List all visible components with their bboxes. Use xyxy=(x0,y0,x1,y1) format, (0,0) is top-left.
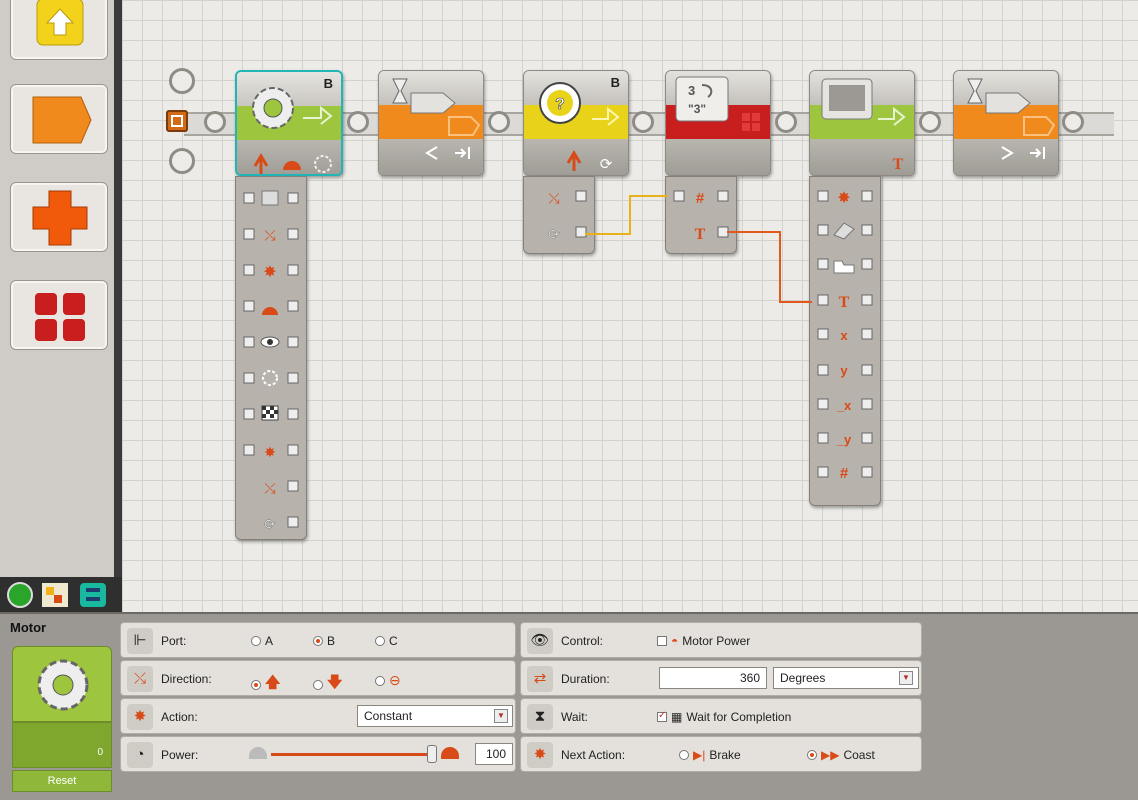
control-row: 👁 Control: ◓ Motor Power xyxy=(520,622,922,658)
chevron-down-icon[interactable]: ▼ xyxy=(899,671,913,685)
duration-icon: ⇄ xyxy=(527,666,553,692)
brake-icon: ▶| xyxy=(693,748,706,762)
port-plug-icon: ⊩ xyxy=(127,628,153,654)
action-select[interactable]: Constant xyxy=(357,705,513,727)
motor-power-checkbox[interactable]: ◓ Motor Power xyxy=(657,634,750,648)
counter-value: 0 xyxy=(97,747,103,758)
stop-icon: ⊖ xyxy=(389,672,401,688)
control-label: Control: xyxy=(561,634,604,648)
action-row: ✸ Action: Constant ▼ xyxy=(120,698,516,734)
direction-label: Direction: xyxy=(161,672,212,686)
next-action-icon: ✸ xyxy=(527,742,553,768)
wait-row: ⧗ Wait: ▦Wait for Completion xyxy=(520,698,922,734)
wait-label: Wait: xyxy=(561,710,588,724)
direction-stop-option[interactable]: ⊖ xyxy=(375,672,401,689)
palette-action-button[interactable] xyxy=(10,84,108,154)
palette-tabs xyxy=(0,577,122,612)
port-option-b[interactable]: B xyxy=(313,634,335,648)
gear-icon xyxy=(37,659,89,711)
next-action-row: ✸ Next Action: ▶| Brake ▶▶ Coast xyxy=(520,736,922,772)
checkered-flag-icon: ▦ xyxy=(671,710,683,724)
next-action-label: Next Action: xyxy=(561,748,626,762)
tab-custom[interactable] xyxy=(80,583,106,607)
arrow-down-icon: 🡇 xyxy=(327,674,343,691)
palette-divider xyxy=(114,0,122,612)
chevron-down-icon[interactable]: ▼ xyxy=(494,709,508,723)
action-label: Action: xyxy=(161,710,198,724)
arrow-up-icon: 🡅 xyxy=(265,674,281,691)
power-row: ◔ Power: 100 xyxy=(120,736,516,772)
direction-row: ⤯ Direction: 🡅 🡇 ⊖ xyxy=(120,660,516,696)
data-wires xyxy=(585,195,812,303)
text-wire xyxy=(727,231,812,303)
reset-button[interactable]: Reset xyxy=(12,770,112,792)
palette-flow-button[interactable] xyxy=(10,182,108,252)
config-panel: Motor 0 Reset ⊩ Port: A B C ⤯ Direction:… xyxy=(0,612,1138,800)
direction-backward-option[interactable]: 🡇 xyxy=(313,672,342,697)
config-title: Motor xyxy=(10,620,47,635)
motor-config-icon xyxy=(12,646,112,722)
control-eye-icon: 👁 xyxy=(527,628,553,654)
action-star-icon: ✸ xyxy=(127,704,153,730)
duration-label: Duration: xyxy=(561,672,610,686)
counter-display: 0 xyxy=(12,722,112,768)
direction-forward-option[interactable]: 🡅 xyxy=(251,672,280,697)
port-row: ⊩ Port: A B C xyxy=(120,622,516,658)
duration-unit-select[interactable]: Degrees xyxy=(773,667,919,689)
nxt-editor: B ⤯ ✸ ✸ ⤯ ⟳ B ? ⟳ ⤯ ⟳ 3 "3" # T T ✸ T x … xyxy=(0,0,1138,800)
power-high-icon xyxy=(441,747,459,759)
power-gauge-icon: ◓ xyxy=(671,634,679,648)
port-label: Port: xyxy=(161,634,187,648)
tab-common[interactable] xyxy=(7,582,33,608)
duration-row: ⇄ Duration: 360 Degrees ▼ xyxy=(520,660,922,696)
tab-complete[interactable] xyxy=(42,583,68,607)
power-slider[interactable] xyxy=(271,753,431,756)
block-palette xyxy=(0,0,122,612)
palette-common-button[interactable] xyxy=(10,0,108,60)
brake-option[interactable]: ▶| Brake xyxy=(679,748,741,762)
program-canvas[interactable]: B ⤯ ✸ ✸ ⤯ ⟳ B ? ⟳ ⤯ ⟳ 3 "3" # T T ✸ T x … xyxy=(122,0,1138,612)
power-input[interactable]: 100 xyxy=(475,743,513,765)
port-option-a[interactable]: A xyxy=(251,634,273,648)
power-slider-thumb[interactable] xyxy=(427,745,437,763)
hourglass-icon: ⧗ xyxy=(527,704,553,730)
direction-icon: ⤯ xyxy=(127,666,153,692)
palette-data-button[interactable] xyxy=(10,280,108,350)
power-label: Power: xyxy=(161,748,199,762)
number-wire xyxy=(585,195,668,235)
duration-input[interactable]: 360 xyxy=(659,667,767,689)
coast-icon: ▶▶ xyxy=(821,748,840,762)
port-option-c[interactable]: C xyxy=(375,634,398,648)
wait-for-completion-checkbox[interactable]: ▦Wait for Completion xyxy=(657,710,791,724)
power-icon: ◔ xyxy=(127,742,153,768)
coast-option[interactable]: ▶▶ Coast xyxy=(807,748,875,762)
power-low-icon xyxy=(249,747,267,759)
